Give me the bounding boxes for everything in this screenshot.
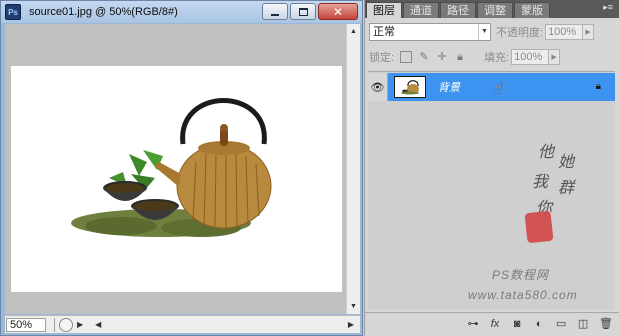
document-title: source01.jpg @ 50%(RGB/8#) bbox=[29, 6, 178, 18]
scroll-right-icon[interactable]: ▶ bbox=[348, 320, 354, 329]
zoom-field[interactable]: 50% bbox=[6, 317, 46, 332]
tab-channels[interactable]: 通道 bbox=[403, 2, 439, 18]
tab-layers[interactable]: 图层 bbox=[366, 2, 402, 18]
canvas-area[interactable] bbox=[5, 24, 346, 314]
lock-icon: 🔒︎ bbox=[595, 81, 601, 92]
red-seal-stamp bbox=[524, 210, 554, 244]
status-bar: 50% ▶ ◀ ▶ bbox=[5, 315, 360, 333]
layer-row[interactable]: 👁︎ 背景 ☝ 🔒︎ bbox=[368, 73, 615, 101]
lock-position-icon[interactable]: ✛ bbox=[436, 51, 448, 63]
document-window: Ps source01.jpg @ 50%(RGB/8#) ✕ ▲ ▼ 50% … bbox=[0, 0, 363, 336]
photoshop-app-icon: Ps bbox=[5, 4, 21, 20]
watermark-calligraphy: 我 bbox=[532, 172, 549, 191]
close-button[interactable]: ✕ bbox=[318, 3, 358, 20]
watermark-site-name: PS数程网 bbox=[492, 268, 550, 282]
layers-panel: 图层 通道 路径 调整 蒙版 ▸≡ 正常 ▼ 不透明度: 100% ▶ 锁定: … bbox=[364, 0, 619, 336]
maximize-button[interactable] bbox=[290, 3, 316, 20]
link-layers-icon[interactable]: ⊶ bbox=[467, 317, 479, 330]
teapot-image bbox=[71, 98, 272, 237]
add-mask-icon[interactable]: ◙ bbox=[511, 318, 523, 330]
layer-selected-area[interactable]: 背景 ☝ 🔒︎ bbox=[388, 73, 615, 101]
close-icon: ✕ bbox=[332, 4, 344, 19]
watermark-calligraphy: 她 bbox=[558, 152, 575, 171]
new-layer-icon[interactable]: ◫ bbox=[577, 317, 589, 330]
blend-mode-value: 正常 bbox=[373, 26, 395, 38]
document-info-icon[interactable] bbox=[59, 317, 73, 332]
adjustment-layer-icon[interactable]: ◐ bbox=[533, 318, 545, 330]
lock-transparency-icon[interactable] bbox=[400, 51, 413, 63]
opacity-field[interactable]: 100% bbox=[545, 24, 584, 40]
new-group-icon[interactable]: ▭ bbox=[555, 317, 567, 330]
hand-cursor-icon: ☝ bbox=[494, 80, 503, 96]
eye-icon[interactable]: 👁︎ bbox=[368, 73, 388, 101]
lock-all-icon[interactable]: 🔒︎ bbox=[454, 51, 466, 63]
panel-menu-icon[interactable]: ▸≡ bbox=[603, 2, 613, 13]
tab-adjustments[interactable]: 调整 bbox=[477, 2, 513, 18]
fill-label: 填充: bbox=[484, 52, 510, 64]
opacity-slider-arrow-icon[interactable]: ▶ bbox=[583, 24, 595, 40]
watermark: 他 她 我 群 你 PS数程网 www.tata580.com bbox=[468, 134, 618, 312]
vertical-scrollbar[interactable]: ▲ ▼ bbox=[346, 24, 360, 314]
watermark-url: www.tata580.com bbox=[468, 288, 578, 302]
fx-icon[interactable]: fx bbox=[489, 318, 501, 330]
layer-list[interactable]: 👁︎ 背景 ☝ 🔒︎ 他 她 我 群 你 PS数程网 www.tata580.c… bbox=[368, 71, 615, 309]
layer-name[interactable]: 背景 bbox=[438, 79, 460, 95]
scroll-left-icon[interactable]: ◀ bbox=[95, 320, 101, 329]
document-image[interactable] bbox=[11, 66, 342, 292]
status-divider bbox=[54, 317, 55, 332]
blend-mode-select[interactable]: 正常 ▼ bbox=[369, 23, 491, 41]
scroll-down-icon[interactable]: ▼ bbox=[347, 300, 360, 313]
layer-thumbnail bbox=[394, 76, 426, 98]
panel-tabbar: 图层 通道 路径 调整 蒙版 ▸≡ bbox=[365, 0, 619, 18]
tab-paths[interactable]: 路径 bbox=[440, 2, 476, 18]
minimize-icon bbox=[271, 13, 279, 16]
lock-fill-row: 锁定: ✎ ✛ 🔒︎ 填充: 100% ▶ bbox=[369, 47, 615, 67]
fill-field[interactable]: 100% bbox=[511, 49, 550, 65]
watermark-calligraphy: 群 bbox=[558, 178, 575, 197]
panel-footer: ⊶ fx ◙ ◐ ▭ ◫ 🗑︎ bbox=[365, 312, 619, 334]
lock-image-pixels-icon[interactable]: ✎ bbox=[418, 51, 430, 63]
watermark-calligraphy: 他 bbox=[538, 142, 555, 161]
opacity-label: 不透明度: bbox=[496, 27, 544, 39]
lock-label: 锁定: bbox=[369, 52, 395, 64]
status-menu-arrow-icon[interactable]: ▶ bbox=[77, 320, 83, 329]
blend-opacity-row: 正常 ▼ 不透明度: 100% ▶ bbox=[369, 22, 615, 42]
delete-layer-icon[interactable]: 🗑︎ bbox=[599, 317, 613, 330]
scroll-up-icon[interactable]: ▲ bbox=[347, 25, 360, 38]
window-controls: ✕ bbox=[262, 3, 358, 20]
fill-slider-arrow-icon[interactable]: ▶ bbox=[549, 49, 561, 65]
maximize-icon bbox=[298, 7, 308, 16]
chevron-down-icon: ▼ bbox=[478, 24, 490, 40]
tab-masks[interactable]: 蒙版 bbox=[514, 2, 550, 18]
minimize-button[interactable] bbox=[262, 3, 288, 20]
document-titlebar[interactable]: Ps source01.jpg @ 50%(RGB/8#) ✕ bbox=[1, 1, 362, 23]
